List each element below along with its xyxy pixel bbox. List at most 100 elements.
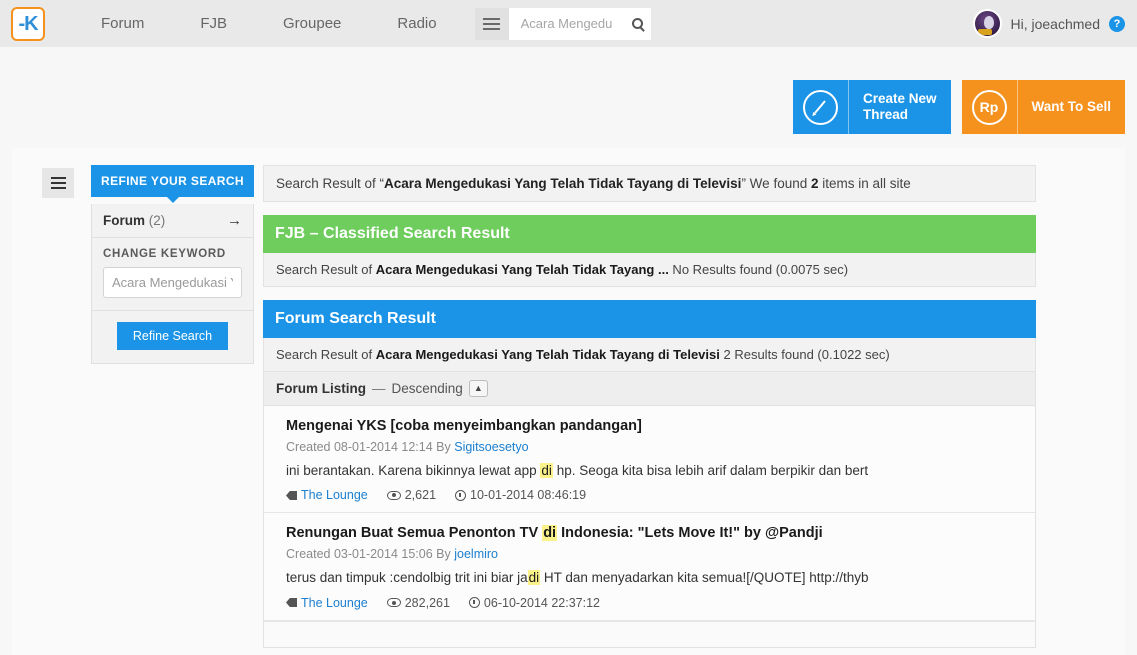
result-title-after: Indonesia: "Lets Move It!" by @Pandji (557, 525, 823, 542)
avatar[interactable] (972, 9, 1002, 38)
change-keyword-input[interactable] (103, 267, 242, 298)
forum-panel: Forum Search Result Search Result of Aca… (263, 300, 1036, 648)
result-time-group: 06-10-2014 22:37:12 (468, 595, 600, 610)
clock-icon (468, 597, 480, 609)
hamburger-bar (483, 17, 501, 20)
result-title[interactable]: Renungan Buat Semua Penonton TV di Indon… (286, 524, 1023, 544)
user-area: Hi, joeachmed ? (972, 9, 1125, 38)
sidebar-item-forum[interactable]: Forum (2) → (92, 204, 253, 238)
header-search-box[interactable] (508, 7, 651, 40)
username-greeting: Hi, joeachmed (1010, 15, 1101, 32)
sidebar-forum-count: (2) (148, 213, 166, 228)
header-search-group (474, 7, 651, 40)
result-forum-link[interactable]: The Lounge (301, 596, 368, 610)
change-keyword-block: CHANGE KEYWORD (92, 238, 253, 311)
result-footer: The Lounge 2,621 10-01-2014 08:46:19 (286, 488, 1023, 502)
forum-panel-subtitle: Search Result of Acara Mengedukasi Yang … (263, 338, 1036, 372)
hamburger-bar (50, 177, 66, 179)
forum-panel-title: Forum Search Result (263, 300, 1036, 338)
nav-item-fjb[interactable]: FJB (172, 15, 255, 32)
hamburger-bar (483, 22, 501, 25)
refine-sidebar: REFINE YOUR SEARCH Forum (2) → CHANGE KE… (91, 165, 254, 364)
forum-listing-bar: Forum Listing — Descending ▲ (263, 372, 1036, 406)
table-row: Renungan Buat Semua Penonton TV di Indon… (264, 513, 1035, 621)
result-forum-group: The Lounge (286, 488, 368, 502)
forum-sub-prefix: Search Result of (276, 347, 376, 362)
snippet-after: HT dan menyadarkan kita semua![/QUOTE] h… (540, 570, 869, 586)
result-view-count: 282,261 (404, 595, 450, 610)
forum-result-list: Mengenai YKS [coba menyeimbangkan pandan… (263, 406, 1036, 648)
nav-item-radio[interactable]: Radio (369, 15, 464, 32)
table-row: Mengenai YKS [coba menyeimbangkan pandan… (264, 406, 1035, 514)
summary-count: 2 (810, 176, 819, 191)
sort-toggle-button[interactable]: ▲ (468, 380, 488, 397)
created-label: Created (286, 547, 331, 562)
result-meta: Created 08-01-2014 12:14 By Sigitsoesety… (286, 440, 1023, 454)
want-to-sell-button[interactable]: Rp Want To Sell (961, 80, 1125, 134)
result-list-tail (264, 620, 1035, 647)
hamburger-bar (50, 187, 66, 189)
result-time-group: 10-01-2014 08:46:19 (455, 488, 586, 502)
listing-dash: — (372, 381, 386, 396)
nav-item-groupee[interactable]: Groupee (255, 15, 369, 32)
rupiah-glyph: Rp (971, 89, 1007, 125)
eye-icon (386, 490, 401, 500)
hamburger-bar (483, 27, 501, 30)
result-meta: Created 03-01-2014 15:06 By joelmiro (286, 547, 1023, 561)
refine-search-button[interactable]: Refine Search (116, 322, 229, 350)
arrow-right-icon: → (227, 212, 242, 229)
action-buttons: Create New Thread Rp Want To Sell (792, 80, 1125, 134)
search-summary-bar: Search Result of “Acara Mengedukasi Yang… (263, 165, 1036, 202)
result-title[interactable]: Mengenai YKS [coba menyeimbangkan pandan… (286, 417, 1023, 437)
result-views-group: 282,261 (386, 595, 450, 610)
refine-panel: Forum (2) → CHANGE KEYWORD Refine Search (91, 204, 254, 364)
result-author-link[interactable]: joelmiro (454, 547, 498, 561)
search-category-menu-button[interactable] (474, 7, 509, 40)
sidebar-toggle-button[interactable] (42, 168, 74, 198)
content-shell: REFINE YOUR SEARCH Forum (2) → CHANGE KE… (12, 148, 1125, 655)
nav-item-forum[interactable]: Forum (73, 15, 172, 32)
listing-sort-order: Descending (391, 381, 463, 396)
sidebar-forum-label: Forum (103, 213, 145, 228)
summary-middle: ” We found (741, 176, 811, 191)
forum-listing-label: Forum Listing (276, 381, 366, 396)
help-icon[interactable]: ? (1109, 15, 1125, 32)
site-logo[interactable]: -K (11, 6, 45, 41)
result-author-link[interactable]: Sigitsoesetyo (454, 440, 528, 454)
create-new-thread-button[interactable]: Create New Thread (792, 80, 951, 134)
created-date: 03-01-2014 15:06 (333, 547, 433, 562)
forum-sub-suffix: 2 Results found (0.1022 sec) (719, 347, 890, 362)
main-nav: Forum FJB Groupee Radio (73, 15, 465, 32)
top-header: -K Forum FJB Groupee Radio Hi, joeachmed… (0, 0, 1137, 47)
rupiah-icon: Rp (962, 80, 1018, 134)
result-view-count: 2,621 (404, 488, 437, 503)
result-title-before: Mengenai YKS [coba menyeimbangkan pandan… (286, 418, 642, 434)
snippet-before: ini berantakan. Karena bikinnya lewat ap… (286, 462, 541, 478)
summary-suffix: items in all site (818, 176, 911, 191)
result-timestamp: 06-10-2014 22:37:12 (483, 595, 600, 610)
snippet-after: hp. Seoga kita bisa lebih arif dalam ber… (552, 462, 869, 478)
tag-icon (286, 598, 297, 607)
snippet-highlight: di (540, 462, 553, 478)
refine-your-search-tab[interactable]: REFINE YOUR SEARCH (91, 165, 254, 203)
pencil-icon (793, 80, 849, 134)
sidebar-forum-label-group: Forum (2) (103, 213, 165, 228)
result-views-group: 2,621 (386, 488, 437, 503)
result-title-before: Renungan Buat Semua Penonton TV (286, 525, 543, 542)
result-forum-group: The Lounge (286, 596, 368, 610)
created-date: 08-01-2014 12:14 (333, 439, 433, 454)
summary-query: Acara Mengedukasi Yang Telah Tidak Tayan… (384, 176, 742, 191)
search-icon[interactable] (631, 18, 643, 29)
result-footer: The Lounge 282,261 06-10-2014 22:37:12 (286, 596, 1023, 610)
created-label: Created (286, 439, 331, 454)
tag-icon (286, 491, 297, 500)
want-to-sell-label: Want To Sell (1031, 99, 1112, 115)
fjb-panel: FJB – Classified Search Result Search Re… (263, 215, 1036, 287)
by-label: By (436, 547, 451, 562)
hamburger-bar (50, 182, 66, 184)
forum-sub-query: Acara Mengedukasi Yang Telah Tidak Tayan… (375, 347, 720, 362)
snippet-highlight: di (527, 570, 541, 586)
search-input[interactable] (518, 15, 628, 32)
fjb-panel-subtitle: Search Result of Acara Mengedukasi Yang … (263, 253, 1036, 287)
result-forum-link[interactable]: The Lounge (301, 488, 368, 502)
